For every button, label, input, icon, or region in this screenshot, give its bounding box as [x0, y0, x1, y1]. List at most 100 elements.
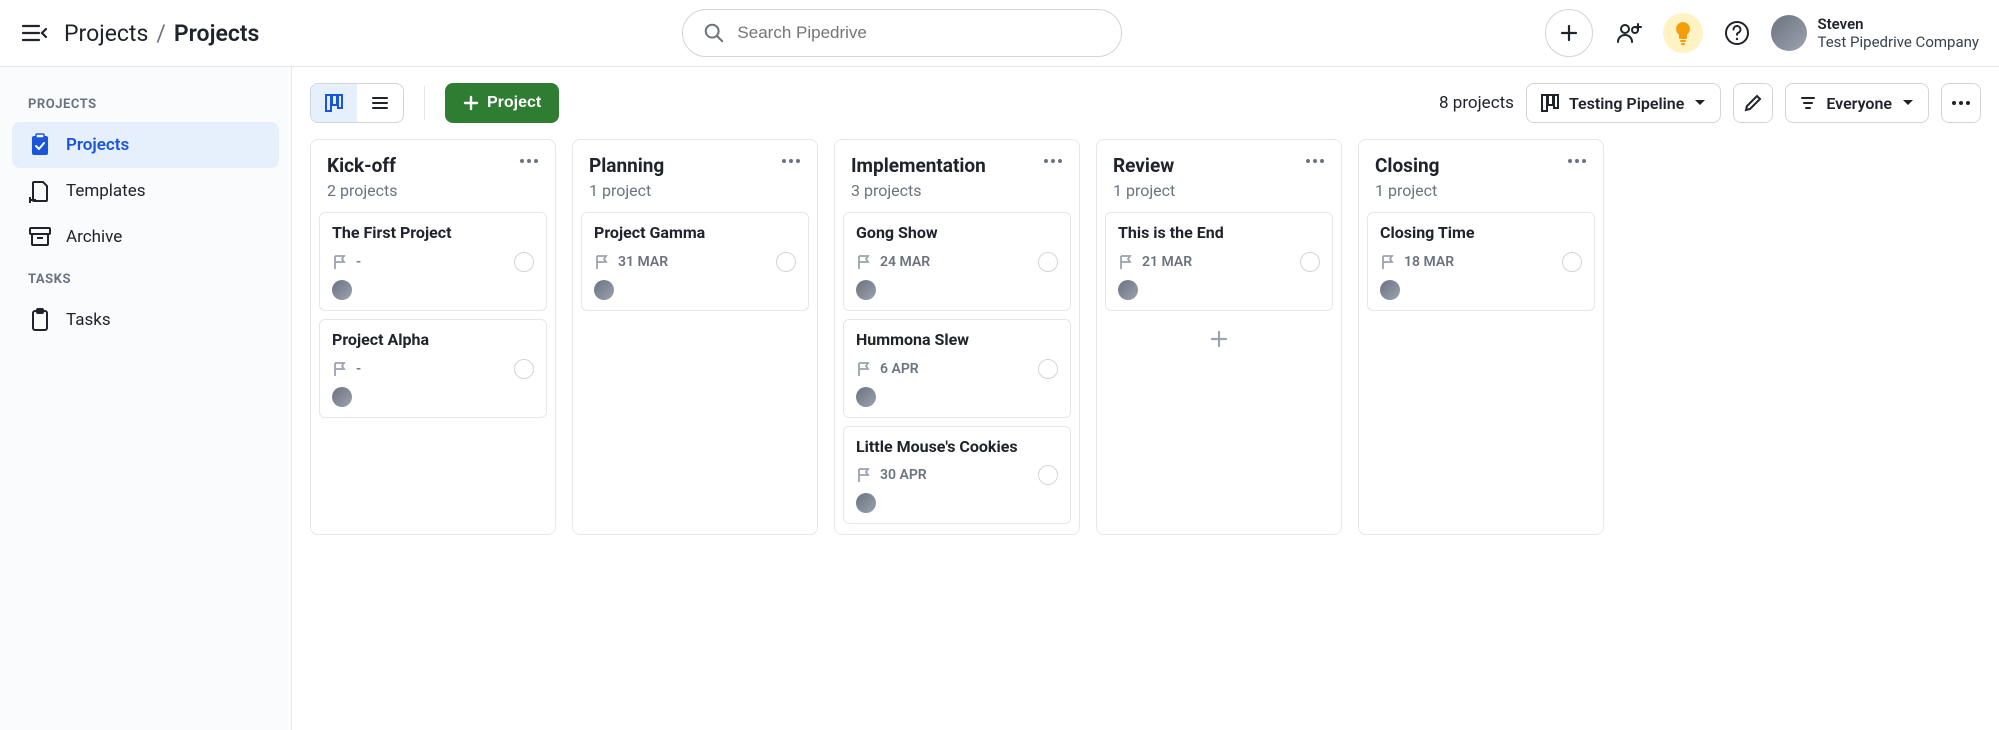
add-card-button[interactable]	[1105, 319, 1333, 359]
template-icon	[28, 179, 52, 203]
card-owner-avatar	[332, 280, 352, 300]
more-actions-button[interactable]	[1941, 83, 1981, 123]
user-menu[interactable]: Steven Test Pipedrive Company	[1771, 15, 1979, 51]
project-card[interactable]: Hummona Slew6 APR	[843, 319, 1071, 418]
sidebar-item-label: Projects	[66, 135, 129, 155]
card-status-circle[interactable]	[1300, 252, 1320, 272]
card-status-circle[interactable]	[1562, 252, 1582, 272]
sidebar-item-label: Archive	[66, 227, 122, 247]
column-title: Kick-off	[327, 154, 519, 177]
column-header: Implementation3 projects	[835, 140, 1079, 212]
tips-button[interactable]	[1663, 13, 1703, 53]
sidebar-toggle[interactable]	[20, 19, 48, 47]
view-kanban-button[interactable]	[311, 84, 357, 122]
more-horizontal-icon	[1951, 100, 1971, 106]
card-due-date: -	[332, 254, 361, 270]
help-button[interactable]	[1717, 13, 1757, 53]
column-menu-button[interactable]	[1305, 154, 1325, 164]
column-header: Kick-off 2 projects	[311, 140, 555, 212]
sidebar-heading-tasks: TASKS	[12, 260, 279, 297]
add-user-icon	[1615, 21, 1643, 45]
card-due-date: 31 MAR	[594, 254, 668, 270]
column-body: Gong Show24 MARHummona Slew6 APRLittle M…	[835, 212, 1079, 534]
column-menu-button[interactable]	[519, 154, 539, 164]
search-input[interactable]	[737, 23, 1101, 43]
edit-pipeline-button[interactable]	[1733, 83, 1773, 123]
card-status-circle[interactable]	[514, 252, 534, 272]
project-count: 8 projects	[1439, 93, 1514, 113]
column-header: Closing1 project	[1359, 140, 1603, 212]
card-title: Gong Show	[856, 223, 1058, 244]
project-card[interactable]: This is the End21 MAR	[1105, 212, 1333, 311]
quick-add-button[interactable]	[1545, 9, 1593, 57]
sidebar-item-templates[interactable]: Templates	[12, 168, 279, 214]
flag-icon	[594, 254, 610, 270]
column-body: This is the End21 MAR	[1097, 212, 1341, 369]
sidebar-item-tasks[interactable]: Tasks	[12, 297, 279, 343]
kanban-column: Implementation3 projectsGong Show24 MARH…	[834, 139, 1080, 535]
card-due-date: 21 MAR	[1118, 254, 1192, 270]
card-title: Closing Time	[1380, 223, 1582, 244]
column-title: Planning	[589, 154, 781, 177]
flag-icon	[332, 361, 348, 377]
content-area: Project 8 projects Testing Pipeline Ever…	[292, 67, 1999, 730]
column-menu-button[interactable]	[1043, 154, 1063, 164]
pipeline-selector[interactable]: Testing Pipeline	[1526, 83, 1721, 123]
invite-users-button[interactable]	[1609, 13, 1649, 53]
user-name: Steven	[1817, 15, 1979, 33]
card-owner-avatar	[1118, 280, 1138, 300]
kanban-column: Review1 projectThis is the End21 MAR	[1096, 139, 1342, 535]
flag-icon	[856, 254, 872, 270]
card-status-circle[interactable]	[514, 359, 534, 379]
view-list-button[interactable]	[357, 84, 403, 122]
user-text: Steven Test Pipedrive Company	[1817, 15, 1979, 51]
top-bar: Projects / Projects	[0, 0, 1999, 67]
column-subtitle: 1 project	[1113, 181, 1305, 200]
breadcrumb-root[interactable]: Projects	[64, 20, 148, 47]
breadcrumb-separator: /	[156, 20, 166, 47]
toolbar-right: 8 projects Testing Pipeline Everyone	[1439, 83, 1981, 123]
column-menu-button[interactable]	[1567, 154, 1587, 164]
card-status-circle[interactable]	[1038, 359, 1058, 379]
flag-icon	[1380, 254, 1396, 270]
flag-icon	[332, 254, 348, 270]
project-card[interactable]: Gong Show24 MAR	[843, 212, 1071, 311]
sidebar-heading-projects: PROJECTS	[12, 85, 279, 122]
topbar-right: Steven Test Pipedrive Company	[1609, 13, 1979, 53]
sidebar-item-projects[interactable]: Projects	[12, 122, 279, 168]
pencil-icon	[1744, 94, 1762, 112]
pipeline-label: Testing Pipeline	[1569, 94, 1684, 113]
card-status-circle[interactable]	[1038, 252, 1058, 272]
search-bar[interactable]	[682, 9, 1122, 57]
card-title: Hummona Slew	[856, 330, 1058, 351]
project-card[interactable]: Little Mouse's Cookies30 APR	[843, 426, 1071, 525]
toolbar: Project 8 projects Testing Pipeline Ever…	[310, 83, 1981, 123]
card-owner-avatar	[856, 387, 876, 407]
filter-icon	[1800, 96, 1816, 110]
kanban-column: Closing1 projectClosing Time18 MAR	[1358, 139, 1604, 535]
view-toggle	[310, 83, 404, 123]
sidebar-item-label: Tasks	[66, 310, 111, 330]
card-status-circle[interactable]	[776, 252, 796, 272]
card-due-date: -	[332, 361, 361, 377]
new-project-button[interactable]: Project	[445, 83, 559, 123]
project-card[interactable]: Project Alpha-	[319, 319, 547, 418]
project-card[interactable]: The First Project-	[319, 212, 547, 311]
clipboard-check-icon	[28, 133, 52, 157]
column-body: Project Gamma31 MAR	[573, 212, 817, 321]
project-card[interactable]: Closing Time18 MAR	[1367, 212, 1595, 311]
card-owner-avatar	[856, 493, 876, 513]
archive-icon	[28, 225, 52, 249]
card-owner-avatar	[856, 280, 876, 300]
owner-filter-label: Everyone	[1826, 94, 1892, 113]
plus-icon	[1210, 330, 1228, 348]
card-status-circle[interactable]	[1038, 465, 1058, 485]
project-card[interactable]: Project Gamma31 MAR	[581, 212, 809, 311]
column-subtitle: 2 projects	[327, 181, 519, 200]
sidebar: PROJECTS Projects Templates Archive TASK…	[0, 67, 292, 730]
sidebar-item-archive[interactable]: Archive	[12, 214, 279, 260]
owner-filter[interactable]: Everyone	[1785, 83, 1929, 123]
column-subtitle: 1 project	[1375, 181, 1567, 200]
column-menu-button[interactable]	[781, 154, 801, 164]
flag-icon	[856, 361, 872, 377]
